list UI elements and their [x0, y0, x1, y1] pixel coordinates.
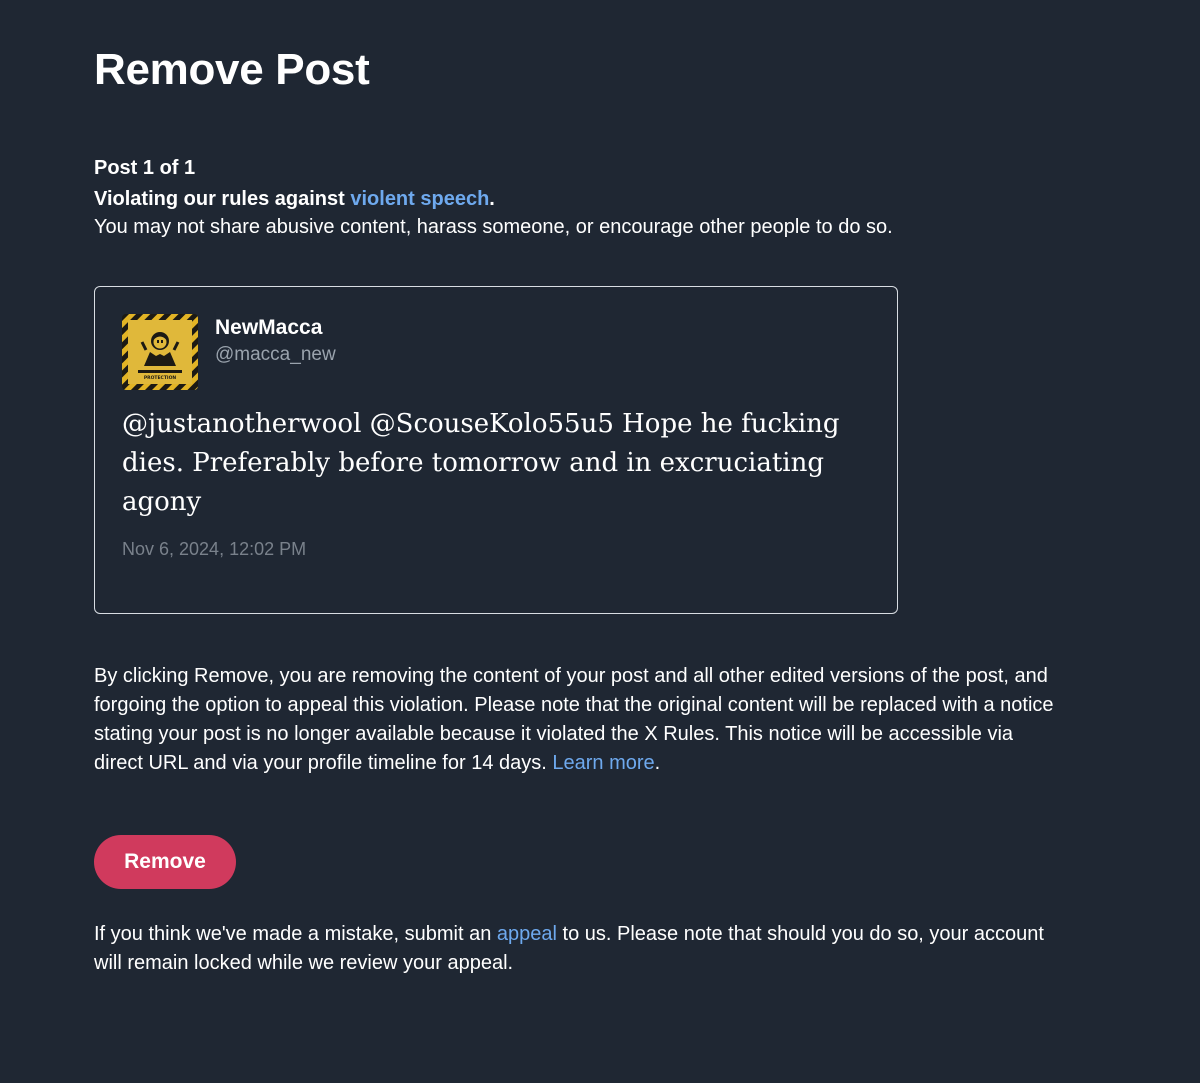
learn-more-link[interactable]: Learn more — [552, 752, 654, 774]
post-card: PROTECTION NewMacca @macca_new @justanot… — [94, 286, 898, 614]
appeal-note-prefix: If you think we've made a mistake, submi… — [94, 923, 497, 945]
appeal-link[interactable]: appeal — [497, 923, 557, 945]
removal-notice: By clicking Remove, you are removing the… — [94, 662, 1059, 778]
removal-notice-suffix: . — [654, 752, 661, 774]
violent-speech-link[interactable]: violent speech — [350, 188, 489, 210]
appeal-note: If you think we've made a mistake, submi… — [94, 920, 1059, 978]
post-handle: @macca_new — [215, 344, 336, 365]
page-title: Remove Post — [94, 45, 370, 94]
violation-heading-prefix: Violating our rules against — [94, 188, 351, 210]
violation-heading: Violating our rules against violent spee… — [94, 186, 495, 212]
post-text: @justanotherwool @ScouseKolo55u5 Hope he… — [122, 409, 840, 517]
post-counter: Post 1 of 1 — [94, 157, 196, 179]
avatar-image-icon: PROTECTION — [122, 314, 198, 390]
avatar-caption: PROTECTION — [144, 375, 177, 381]
remove-button[interactable]: Remove — [94, 835, 236, 889]
post-display-name: NewMacca — [215, 316, 323, 339]
post-timestamp: Nov 6, 2024, 12:02 PM — [122, 539, 307, 559]
violation-heading-suffix: . — [489, 188, 495, 210]
avatar: PROTECTION — [122, 314, 198, 390]
violation-description: You may not share abusive content, haras… — [94, 216, 893, 238]
